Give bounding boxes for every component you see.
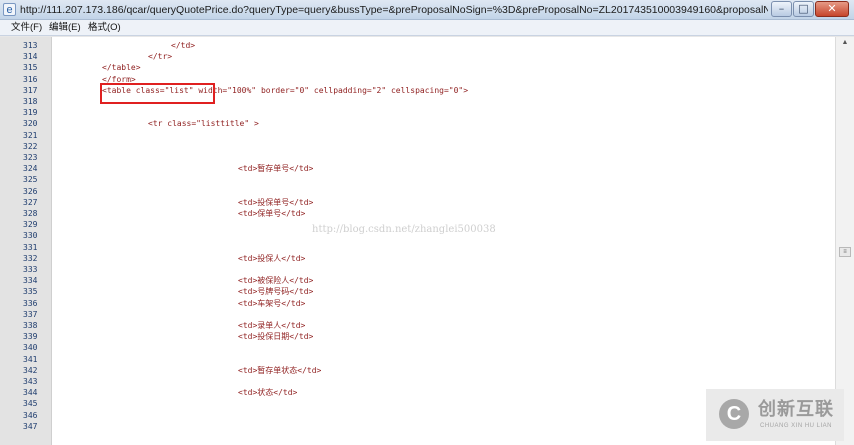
line-number: 320 [23, 119, 38, 128]
scroll-up-arrow-icon[interactable]: ▲ [839, 39, 851, 47]
watermark: http://blog.csdn.net/zhanglei500038 [312, 224, 496, 235]
menu-bar: 文件(F) 编辑(E) 格式(O) [0, 20, 854, 36]
code-line: </td> [171, 41, 196, 50]
brand-watermark: C 创新互联 CHUANG XIN HU LIAN [706, 389, 844, 441]
line-number: 340 [23, 343, 38, 352]
line-number: 323 [23, 153, 38, 162]
line-number: 316 [23, 75, 38, 84]
scroll-thumb[interactable]: ≡ [839, 247, 851, 257]
window-title: http://111.207.173.186/qcar/queryQuotePr… [20, 4, 768, 16]
code-line: <td>投保日期</td> [238, 332, 314, 341]
code-line: <td>号牌号码</td> [238, 287, 314, 296]
code-line: </table> [102, 63, 141, 72]
code-line: <td>暂存单号</td> [238, 164, 314, 173]
code-line: <td>被保险人</td> [238, 276, 314, 285]
line-number: 329 [23, 220, 38, 229]
line-number: 314 [23, 52, 38, 61]
menu-edit[interactable]: 编辑(E) [47, 21, 83, 35]
code-line: <tr class="listtitle" > [148, 119, 259, 128]
brand-name-en: CHUANG XIN HU LIAN [760, 423, 833, 429]
menu-format[interactable]: 格式(O) [86, 21, 123, 35]
code-line: <td>投保人</td> [238, 254, 306, 263]
line-number: 327 [23, 198, 38, 207]
line-number: 342 [23, 366, 38, 375]
code-line: <td>车架号</td> [238, 299, 306, 308]
line-number: 343 [23, 377, 38, 386]
line-number: 346 [23, 411, 38, 420]
line-number: 341 [23, 355, 38, 364]
line-number: 336 [23, 299, 38, 308]
window-title-bar: e http://111.207.173.186/qcar/queryQuote… [0, 0, 854, 20]
brand-logo-icon: C [719, 399, 749, 429]
code-line: <td>暂存单状态</td> [238, 366, 322, 375]
code-line: <td>录单人</td> [238, 321, 306, 330]
line-number: 313 [23, 41, 38, 50]
line-number: 318 [23, 97, 38, 106]
line-number: 325 [23, 175, 38, 184]
line-number: 335 [23, 287, 38, 296]
highlight-annotation-box [100, 83, 215, 104]
line-number: 317 [23, 86, 38, 95]
line-number: 333 [23, 265, 38, 274]
line-number: 328 [23, 209, 38, 218]
line-number: 330 [23, 231, 38, 240]
code-line: <td>保单号</td> [238, 209, 306, 218]
line-number: 338 [23, 321, 38, 330]
code-line: </tr> [148, 52, 173, 61]
code-line: <td>状态</td> [238, 388, 298, 397]
line-number: 331 [23, 243, 38, 252]
ie-page-icon: e [3, 3, 16, 16]
line-number: 334 [23, 276, 38, 285]
line-number: 324 [23, 164, 38, 173]
line-number: 319 [23, 108, 38, 117]
minimize-button[interactable]: – [771, 1, 792, 17]
code-line: <td>投保单号</td> [238, 198, 314, 207]
vertical-scrollbar[interactable]: ▲ ≡ [835, 37, 854, 445]
line-number: 345 [23, 399, 38, 408]
menu-file[interactable]: 文件(F) [9, 21, 44, 35]
maximize-button[interactable]: □ [793, 1, 814, 17]
close-button[interactable]: ✕ [815, 1, 849, 17]
line-number: 347 [23, 422, 38, 431]
line-number: 339 [23, 332, 38, 341]
line-number: 322 [23, 142, 38, 151]
line-number: 344 [23, 388, 38, 397]
brand-name-cn: 创新互联 [758, 399, 834, 419]
line-number: 321 [23, 131, 38, 140]
line-number: 315 [23, 63, 38, 72]
line-number: 337 [23, 310, 38, 319]
line-number: 332 [23, 254, 38, 263]
line-number: 326 [23, 187, 38, 196]
